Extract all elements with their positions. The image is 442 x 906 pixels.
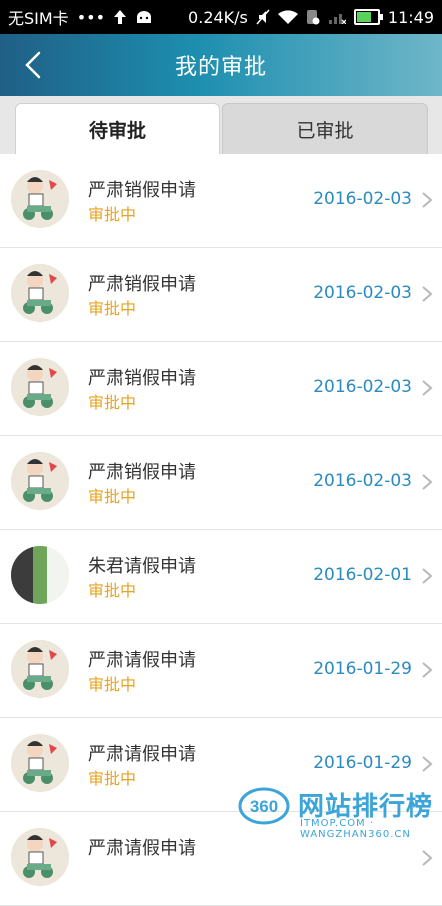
chevron-right-icon: [420, 567, 434, 585]
chevron-right-icon: [420, 285, 434, 303]
request-title: 严肃销假申请: [88, 462, 196, 483]
request-date: 2016-02-03: [313, 189, 412, 209]
clock: 11:49: [387, 7, 434, 27]
watermark: 360 网站排行榜 ITMOP.COM · WANGZHAN360.CN: [228, 782, 442, 841]
page-title: 我的审批: [174, 55, 267, 80]
notification-dots: •••: [76, 7, 105, 27]
list-item[interactable]: 朱君请假申请 审批中 2016-02-01: [0, 530, 442, 624]
request-date: 2016-02-03: [313, 377, 412, 397]
battery-icon: [353, 9, 383, 25]
back-chevron-icon: [25, 51, 41, 79]
request-title: 严肃请假申请: [88, 744, 196, 765]
avatar: [11, 828, 69, 886]
avatar: [11, 358, 69, 416]
request-title: 严肃销假申请: [88, 180, 196, 201]
request-title: 朱君请假申请: [88, 556, 196, 577]
android-icon: [135, 10, 153, 24]
status-badge: 审批中: [88, 769, 137, 788]
request-date: 2016-02-03: [313, 471, 412, 491]
wifi-icon: [277, 9, 298, 25]
request-title: 严肃销假申请: [88, 368, 196, 389]
status-badge: 审批中: [88, 675, 137, 694]
chevron-right-icon: [420, 661, 434, 679]
status-badge: 审批中: [88, 205, 137, 224]
watermark-url: ITMOP.COM · WANGZHAN360.CN: [300, 818, 411, 840]
tab-approved[interactable]: 已审批: [222, 103, 428, 154]
list-item[interactable]: 严肃销假申请 审批中 2016-02-03: [0, 436, 442, 530]
avatar: [11, 170, 69, 228]
tab-pending[interactable]: 待审批: [15, 103, 220, 154]
list-item[interactable]: 严肃请假申请 审批中 2016-01-29: [0, 624, 442, 718]
request-title: 严肃请假申请: [88, 838, 196, 859]
request-date: 2016-01-29: [313, 753, 412, 773]
status-bar: 无SIM卡 ••• 0.24K/s 11:49: [0, 0, 442, 34]
mute-icon: [256, 9, 270, 25]
request-title: 严肃销假申请: [88, 274, 196, 295]
request-date: 2016-01-29: [313, 659, 412, 679]
chevron-right-icon: [420, 755, 434, 773]
chevron-right-icon: [420, 379, 434, 397]
chevron-right-icon: [420, 849, 434, 867]
avatar: [11, 264, 69, 322]
status-badge: 审批中: [88, 581, 137, 600]
svg-text:360: 360: [250, 797, 278, 816]
signal-icon: [328, 10, 346, 24]
back-button[interactable]: [18, 50, 48, 80]
list-item[interactable]: 严肃销假申请 审批中 2016-02-03: [0, 342, 442, 436]
avatar: [11, 734, 69, 792]
sim-disabled-icon: [306, 9, 320, 25]
list-item[interactable]: 严肃销假申请 审批中 2016-02-03: [0, 154, 442, 248]
watermark-logo-icon: 360: [238, 786, 290, 826]
avatar: [11, 452, 69, 510]
request-date: 2016-02-03: [313, 283, 412, 303]
status-badge: 审批中: [88, 487, 137, 506]
network-speed: 0.24K/s: [188, 7, 248, 27]
chevron-right-icon: [420, 191, 434, 209]
upload-icon: [113, 9, 127, 25]
list-item[interactable]: 严肃销假申请 审批中 2016-02-03: [0, 248, 442, 342]
tab-bar: 待审批 已审批: [0, 96, 442, 154]
status-badge: 审批中: [88, 393, 137, 412]
status-badge: 审批中: [88, 299, 137, 318]
avatar: [11, 640, 69, 698]
request-title: 严肃请假申请: [88, 650, 196, 671]
carrier-label: 无SIM卡: [8, 9, 69, 28]
request-date: 2016-02-01: [313, 565, 412, 585]
avatar: [11, 546, 69, 604]
chevron-right-icon: [420, 473, 434, 491]
app-header: 我的审批: [0, 34, 442, 96]
